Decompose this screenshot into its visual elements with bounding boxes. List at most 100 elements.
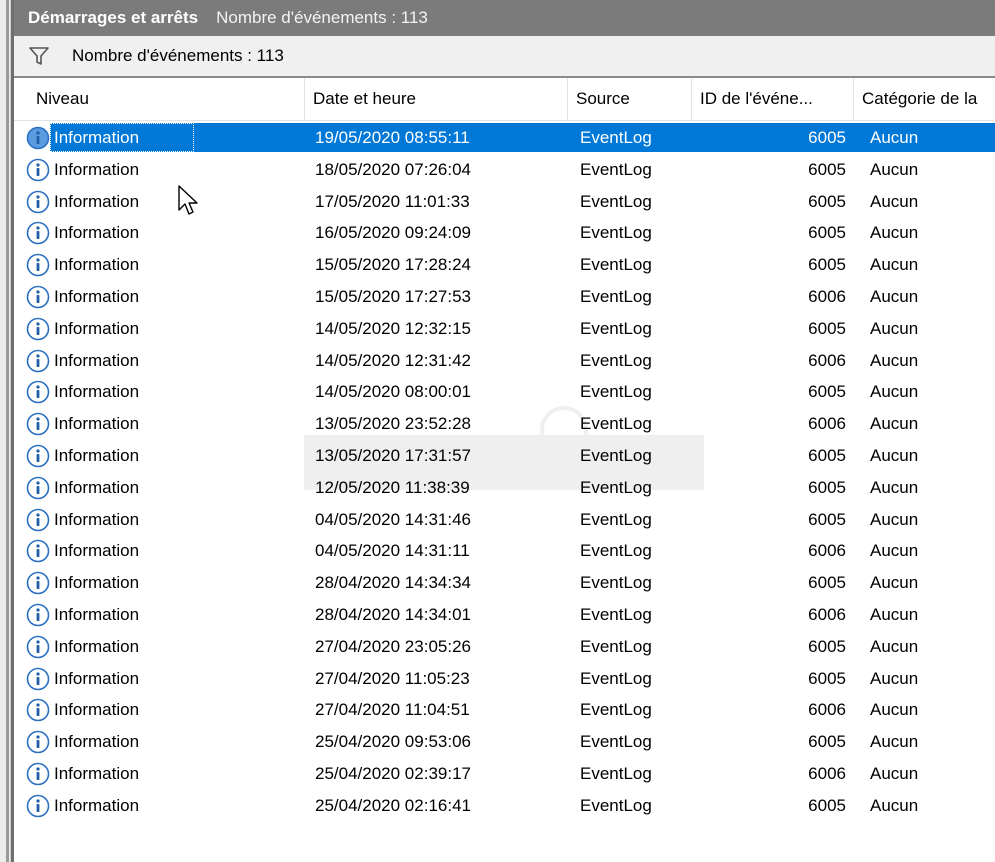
information-icon	[26, 317, 50, 341]
event-log-panel: Démarrages et arrêts Nombre d'événements…	[11, 0, 995, 862]
table-row[interactable]: Information 14/05/2020 08:00:01 EventLog 60…	[14, 376, 995, 408]
cell-source: EventLog	[580, 191, 652, 211]
cell-niveau: Information	[54, 287, 140, 306]
table-row[interactable]: Information 13/05/2020 23:52:28 EventLog 60…	[14, 408, 995, 440]
information-icon	[26, 190, 50, 213]
cell-date: 16/05/2020 09:24:09	[315, 223, 471, 243]
cell-source: EventLog	[580, 509, 652, 529]
table-row[interactable]: Information 04/05/2020 14:31:11 EventLog 60…	[14, 535, 995, 567]
table-row[interactable]: Information 15/05/2020 17:28:24 EventLog 60…	[14, 249, 995, 281]
cell-niveau: Information	[54, 668, 140, 688]
table-row[interactable]: Information 27/04/2020 11:05:23 EventLog 60…	[14, 663, 995, 695]
cell-category: Aucun	[870, 509, 919, 529]
cell-event-id: 6005	[808, 255, 846, 275]
table-row[interactable]: Information 18/05/2020 07:26:04 EventLog 60…	[14, 154, 995, 186]
cell-source: EventLog	[580, 732, 652, 752]
cell-event-id: 6005	[808, 636, 846, 656]
cell-category: Aucun	[870, 573, 919, 593]
cell-date: 15/05/2020 17:28:24	[315, 255, 471, 275]
cell-niveau: Information	[54, 382, 140, 402]
table-row[interactable]: Information 14/05/2020 12:31:42 EventLog 60…	[14, 345, 995, 377]
table-row[interactable]: Information 19/05/2020 08:55:11 EventLog 60…	[14, 122, 995, 154]
table-row[interactable]: Information 16/05/2020 09:24:09 EventLog 60…	[14, 217, 995, 249]
information-icon	[26, 540, 50, 563]
cell-source: EventLog	[580, 287, 652, 306]
cell-niveau: Information	[54, 700, 140, 720]
table-row[interactable]: Information 28/04/2020 14:34:34 EventLog 60…	[14, 567, 995, 599]
cell-niveau: Information	[54, 541, 140, 561]
table-row[interactable]: Information 27/04/2020 11:04:51 EventLog 60…	[14, 694, 995, 726]
cell-event-id: 6005	[808, 191, 846, 211]
cell-source: EventLog	[580, 605, 652, 624]
information-icon	[26, 762, 50, 786]
cell-niveau: Information	[54, 636, 140, 656]
information-icon	[26, 412, 50, 436]
information-icon	[26, 285, 50, 309]
cell-date: 04/05/2020 14:31:46	[315, 509, 471, 529]
column-header-niveau[interactable]: Niveau	[28, 78, 305, 120]
column-header-source[interactable]: Source	[568, 78, 692, 120]
cell-source: EventLog	[580, 764, 652, 783]
cell-date: 28/04/2020 14:34:01	[315, 605, 471, 624]
cell-source: EventLog	[580, 700, 652, 720]
pane-splitter[interactable]	[6, 0, 9, 862]
cell-category: Aucun	[870, 446, 919, 465]
column-header-category[interactable]: Catégorie de la	[854, 78, 995, 120]
table-row[interactable]: Information 13/05/2020 17:31:57 EventLog 60…	[14, 440, 995, 472]
table-row[interactable]: Information 25/04/2020 09:53:06 EventLog 60…	[14, 726, 995, 758]
cell-category: Aucun	[870, 350, 919, 370]
cell-date: 15/05/2020 17:27:53	[315, 287, 471, 306]
cell-category: Aucun	[870, 159, 919, 179]
column-header-event-id[interactable]: ID de l'événe...	[692, 78, 854, 120]
cell-event-id: 6006	[808, 541, 846, 561]
table-row[interactable]: Information 25/04/2020 02:39:17 EventLog 60…	[14, 758, 995, 790]
cell-category: Aucun	[870, 541, 919, 561]
cell-event-id: 6005	[808, 223, 846, 243]
cell-category: Aucun	[870, 382, 919, 402]
table-row[interactable]: Information 12/05/2020 11:38:39 EventLog 60…	[14, 472, 995, 504]
cell-source: EventLog	[580, 795, 652, 815]
cell-category: Aucun	[870, 318, 919, 338]
table-row[interactable]: Information 27/04/2020 23:05:26 EventLog 60…	[14, 631, 995, 663]
cell-event-id: 6005	[808, 668, 846, 688]
cell-niveau: Information	[54, 255, 140, 275]
cell-date: 25/04/2020 02:39:17	[315, 764, 471, 783]
cell-niveau: Information	[54, 573, 140, 593]
cell-source: EventLog	[580, 636, 652, 656]
information-icon	[26, 794, 50, 818]
cell-category: Aucun	[870, 764, 919, 783]
cell-category: Aucun	[870, 287, 919, 306]
log-name: Démarrages et arrêts	[28, 8, 199, 27]
table-row[interactable]: Information 28/04/2020 14:34:01 EventLog 60…	[14, 599, 995, 631]
table-row[interactable]: Information 17/05/2020 11:01:33 EventLog 60…	[14, 186, 995, 218]
cell-date: 25/04/2020 02:16:41	[315, 795, 471, 815]
information-icon	[26, 699, 50, 722]
cell-date: 14/05/2020 08:00:01	[315, 382, 471, 402]
cell-date: 12/05/2020 11:38:39	[315, 477, 470, 497]
cell-niveau: Information	[54, 605, 140, 624]
table-row[interactable]: Information 25/04/2020 02:16:41 EventLog 60…	[14, 790, 995, 822]
cell-event-id: 6006	[808, 414, 846, 434]
information-icon	[26, 158, 50, 182]
cell-category: Aucun	[870, 128, 919, 147]
mouse-cursor-icon	[178, 185, 198, 215]
cell-source: EventLog	[580, 159, 652, 179]
filter-icon[interactable]	[28, 45, 50, 67]
table-row[interactable]: Information 14/05/2020 12:32:15 EventLog 60…	[14, 313, 995, 345]
cell-category: Aucun	[870, 732, 919, 752]
table-row[interactable]: Information 04/05/2020 14:31:46 EventLog 60…	[14, 504, 995, 536]
cell-event-id: 6006	[808, 605, 846, 624]
cell-niveau: Information	[54, 477, 140, 497]
cell-event-id: 6006	[808, 764, 846, 783]
column-header-date[interactable]: Date et heure	[305, 78, 568, 120]
table-row[interactable]: Information 15/05/2020 17:27:53 EventLog 60…	[14, 281, 995, 313]
information-icon	[26, 635, 50, 659]
cell-source: EventLog	[580, 255, 652, 275]
cell-source: EventLog	[580, 318, 652, 338]
cell-source: EventLog	[580, 223, 652, 243]
cell-niveau: Information	[54, 509, 140, 529]
information-icon	[26, 476, 50, 500]
cell-niveau: Information	[54, 764, 140, 783]
cell-date: 27/04/2020 11:04:51	[315, 700, 470, 720]
cell-date: 27/04/2020 23:05:26	[315, 636, 471, 656]
